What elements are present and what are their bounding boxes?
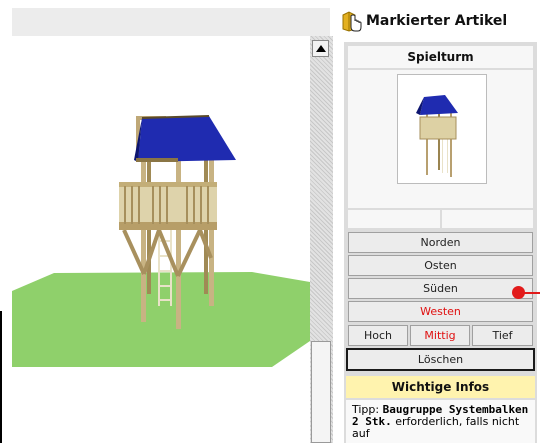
play-tower-scene (12, 115, 310, 367)
3d-viewport[interactable] (12, 36, 310, 443)
panel-title-text: Markierter Artikel (366, 13, 508, 29)
position-button-hoch[interactable]: Hoch (348, 325, 408, 346)
viewport-scrollbar[interactable] (310, 36, 333, 443)
marked-item-panel: Spielturm Norden Osten Süden Westen Hoch… (344, 42, 537, 443)
viewer-toolbar (12, 8, 330, 36)
direction-button-osten[interactable]: Osten (348, 255, 533, 276)
direction-button-norden[interactable]: Norden (348, 232, 533, 253)
position-button-tief[interactable]: Tief (472, 325, 533, 346)
product-name: Spielturm (348, 46, 533, 68)
direction-button-sueden[interactable]: Süden (348, 278, 533, 299)
position-button-mittig[interactable]: Mittig (410, 325, 470, 346)
product-thumbnail-area (348, 70, 533, 208)
panel-title: Markierter Artikel (340, 8, 540, 34)
product-thumbnail (397, 74, 487, 184)
cursor-hand-icon (342, 11, 362, 32)
marker-line (524, 292, 540, 294)
info-heading: Wichtige Infos (346, 376, 535, 398)
thumbnail-strip (348, 210, 533, 230)
scroll-up-button[interactable] (312, 40, 329, 57)
arrow-up-icon (315, 45, 326, 52)
scroll-thumb[interactable] (311, 341, 331, 443)
divider (0, 311, 2, 443)
direction-button-westen[interactable]: Westen (348, 301, 533, 322)
delete-button[interactable]: Löschen (346, 348, 535, 371)
info-body: Tipp: Baugruppe Systembalken 2 Stk. erfo… (346, 400, 535, 443)
